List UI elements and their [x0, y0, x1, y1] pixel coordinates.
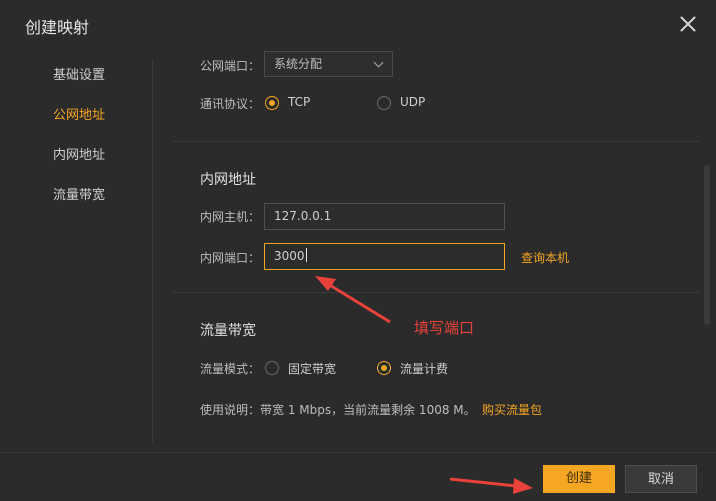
- cancel-button[interactable]: 取消: [625, 465, 697, 493]
- arrow-to-port: [315, 276, 391, 324]
- annotation-label: 填写端口: [414, 319, 475, 337]
- annotation-arrows: [315, 276, 533, 494]
- arrow-to-create: [449, 477, 533, 494]
- create-button[interactable]: 创建: [543, 465, 615, 493]
- footer-divider: [0, 452, 716, 453]
